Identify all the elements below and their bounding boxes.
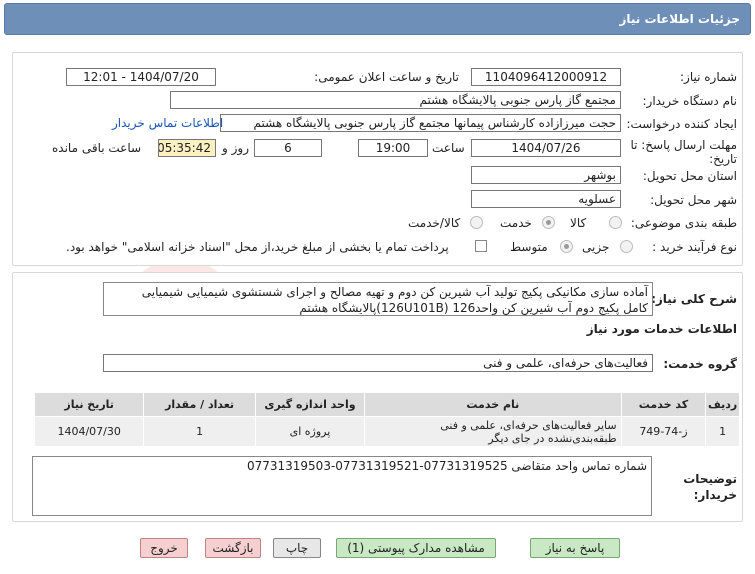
back-button[interactable]: بازگشت bbox=[205, 538, 261, 558]
province-label: استان محل تحویل: bbox=[642, 169, 737, 183]
deadline-time-label: ساعت bbox=[432, 141, 465, 155]
window-title-bar: جزئیات اطلاعات نیاز bbox=[4, 3, 751, 35]
category-label: طبقه بندی موضوعی: bbox=[630, 216, 737, 230]
remaining-time-label: ساعت باقی مانده bbox=[52, 141, 142, 155]
cell-need-date: 1404/07/30 bbox=[33, 416, 145, 447]
deadline-time-field: 19:00 bbox=[358, 139, 428, 157]
cell-row: 1 bbox=[705, 416, 740, 447]
exit-button[interactable]: خروج bbox=[140, 538, 188, 558]
city-field: عسلویه bbox=[471, 190, 621, 208]
category-option-service: خدمت bbox=[500, 216, 532, 230]
buyer-notes-field: شماره تماس واحد متقاضی 07731319525-07731… bbox=[32, 456, 652, 516]
col-quantity: تعداد / مقدار bbox=[143, 392, 256, 417]
process-option-medium: متوسط bbox=[510, 240, 548, 254]
creator-label: ایجاد کننده درخواست: bbox=[626, 117, 737, 131]
process-label: نوع فرآیند خرید : bbox=[652, 240, 737, 254]
process-option-minor: جزیی bbox=[582, 240, 610, 254]
services-table: ردیف کد خدمت نام خدمت واحد اندازه گیری ت… bbox=[33, 392, 740, 447]
treasury-payment-checkbox[interactable] bbox=[475, 240, 487, 252]
need-number-label: شماره نیاز: bbox=[680, 70, 737, 84]
need-number-field: 1104096412000912 bbox=[471, 68, 621, 86]
reply-button[interactable]: پاسخ به نیاز bbox=[530, 538, 620, 558]
col-row: ردیف bbox=[705, 392, 740, 417]
print-button[interactable]: چاپ bbox=[273, 538, 321, 558]
window-title: جزئیات اطلاعات نیاز bbox=[619, 12, 740, 26]
need-summary-line-2: کامل پکیج دوم آب شیرین کن واحد126 (126U1… bbox=[299, 301, 648, 315]
col-service-code: کد خدمت bbox=[620, 392, 707, 417]
buyer-label: نام دستگاه خریدار: bbox=[642, 94, 738, 108]
cell-quantity: 1 bbox=[143, 416, 256, 447]
announce-datetime-field: 1404/07/20 - 12:01 bbox=[66, 68, 216, 86]
buyer-notes-label: توضیحات bbox=[683, 472, 737, 486]
category-radio-goods-service[interactable] bbox=[470, 216, 483, 229]
table-row: 1 ز-74-749 سایر فعالیت‌های حرفه‌ای، علمی… bbox=[33, 416, 740, 447]
col-service-name: نام خدمت bbox=[364, 392, 622, 417]
cell-service-code: ز-74-749 bbox=[620, 416, 707, 447]
table-header-row: ردیف کد خدمت نام خدمت واحد اندازه گیری ت… bbox=[33, 392, 740, 417]
need-summary-field: آماده سازی مکانیکی پکیج تولید آب شیرین ک… bbox=[103, 282, 653, 316]
days-label: روز و bbox=[222, 141, 249, 155]
service-group-label: گروه خدمت: bbox=[663, 357, 737, 371]
service-group-field: فعالیت‌های حرفه‌ای، علمی و فنی bbox=[103, 354, 653, 372]
creator-field: حجت میرزازاده کارشناس پیمانها مجتمع گاز … bbox=[220, 114, 621, 132]
cell-service-name: سایر فعالیت‌های حرفه‌ای، علمی و فنی طبقه… bbox=[364, 416, 622, 447]
deadline-label-date: تاریخ: bbox=[709, 152, 737, 166]
category-radio-goods[interactable] bbox=[609, 216, 622, 229]
buyer-field: مجتمع گاز پارس جنوبی پالایشگاه هشتم bbox=[170, 91, 621, 109]
process-radio-minor[interactable] bbox=[620, 240, 633, 253]
buyer-contact-link[interactable]: اطلاعات تماس خریدار bbox=[112, 116, 223, 130]
deadline-label: مهلت ارسال پاسخ: تا bbox=[630, 138, 737, 152]
treasury-payment-note: پرداخت تمام یا بخشی از مبلغ خرید،از محل … bbox=[66, 240, 449, 254]
need-summary-line-1: آماده سازی مکانیکی پکیج تولید آب شیرین ک… bbox=[141, 285, 648, 299]
buyer-notes-label-2: خریدار: bbox=[693, 488, 737, 502]
category-option-goods-service: کالا/خدمت bbox=[408, 216, 461, 230]
cell-unit: پروژه ای bbox=[254, 416, 366, 447]
announce-label: تاریخ و ساعت اعلان عمومی: bbox=[314, 70, 459, 84]
deadline-date-field: 1404/07/26 bbox=[471, 139, 621, 157]
need-summary-label: شرح کلی نیاز: bbox=[651, 292, 737, 306]
category-radio-service[interactable] bbox=[542, 216, 555, 229]
city-label: شهر محل تحویل: bbox=[650, 193, 737, 207]
attachments-button[interactable]: مشاهده مدارک پیوستی (1) bbox=[336, 538, 496, 558]
services-heading: اطلاعات خدمات مورد نیاز bbox=[586, 322, 737, 336]
category-option-goods: کالا bbox=[570, 216, 587, 230]
province-field: بوشهر bbox=[471, 166, 621, 184]
col-need-date: تاریخ نیاز bbox=[33, 392, 145, 417]
days-remaining-field: 6 bbox=[254, 139, 322, 157]
process-radio-medium[interactable] bbox=[560, 240, 573, 253]
remaining-time-field: 05:35:42 bbox=[158, 139, 216, 157]
col-unit: واحد اندازه گیری bbox=[254, 392, 366, 417]
